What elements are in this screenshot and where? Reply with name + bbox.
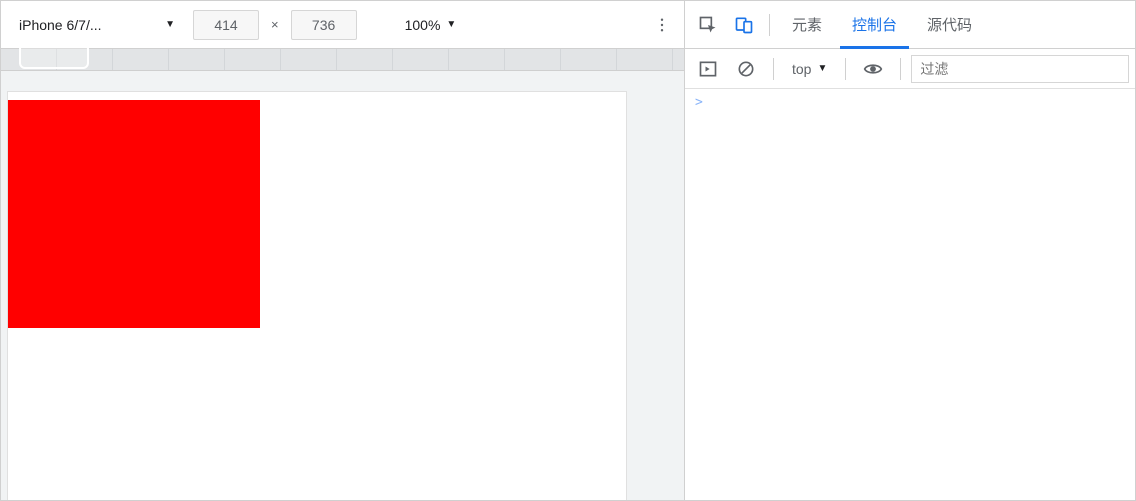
console-toolbar: top ▼ — [685, 49, 1135, 89]
eye-icon — [863, 59, 883, 79]
toolbar-divider — [845, 58, 846, 80]
device-toolbar: iPhone 6/7/... ▼ × 100% ▼ — [1, 1, 684, 49]
width-input[interactable] — [193, 10, 259, 40]
tab-label: 控制台 — [852, 14, 897, 35]
app-root: iPhone 6/7/... ▼ × 100% ▼ — [1, 1, 1135, 500]
viewport-wrap — [1, 71, 684, 500]
clear-console-button[interactable] — [729, 52, 763, 86]
inspect-icon — [698, 15, 718, 35]
tab-elements[interactable]: 元素 — [778, 1, 836, 48]
filter-input[interactable] — [911, 55, 1129, 83]
console-prompt: > — [695, 95, 703, 110]
inspect-element-button[interactable] — [691, 8, 725, 42]
toggle-device-toolbar-button[interactable] — [727, 8, 761, 42]
chevron-down-icon: ▼ — [165, 19, 175, 30]
zoom-label: 100% — [405, 17, 441, 33]
console-sidebar-toggle[interactable] — [691, 52, 725, 86]
sidebar-toggle-icon — [698, 59, 718, 79]
toolbar-divider — [773, 58, 774, 80]
height-input[interactable] — [291, 10, 357, 40]
toolbar-divider — [900, 58, 901, 80]
console-body[interactable]: > — [685, 89, 1135, 500]
clear-icon — [736, 59, 756, 79]
breakpoint-ruler[interactable] — [1, 49, 684, 71]
chevron-down-icon: ▼ — [446, 19, 456, 30]
context-select[interactable]: top ▼ — [784, 61, 835, 77]
page-viewport[interactable] — [7, 91, 627, 500]
device-emulator-panel: iPhone 6/7/... ▼ × 100% ▼ — [1, 1, 685, 500]
ruler-marker — [19, 43, 89, 69]
tab-label: 源代码 — [927, 14, 972, 35]
device-toggle-icon — [734, 15, 754, 35]
chevron-down-icon: ▼ — [817, 63, 827, 74]
toolbar-divider — [769, 14, 770, 36]
kebab-icon — [653, 16, 671, 34]
tab-label: 元素 — [792, 14, 822, 35]
device-select[interactable]: iPhone 6/7/... ▼ — [9, 9, 185, 41]
dimension-separator: × — [267, 17, 283, 32]
tab-console[interactable]: 控制台 — [838, 1, 911, 48]
more-options-button[interactable] — [648, 11, 676, 39]
zoom-select[interactable]: 100% ▼ — [405, 17, 457, 33]
tab-sources[interactable]: 源代码 — [913, 1, 986, 48]
context-label: top — [792, 61, 811, 77]
device-name-label: iPhone 6/7/... — [19, 17, 102, 33]
red-box — [8, 100, 260, 328]
devtools-panel: 元素 控制台 源代码 — [685, 1, 1135, 500]
devtools-tabbar: 元素 控制台 源代码 — [685, 1, 1135, 49]
live-expression-button[interactable] — [856, 52, 890, 86]
